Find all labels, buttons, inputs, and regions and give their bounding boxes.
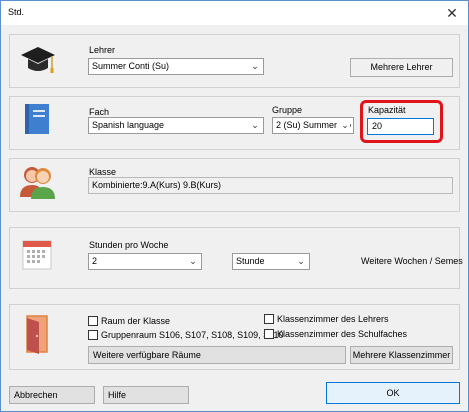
checkbox-box[interactable] bbox=[88, 330, 98, 340]
checkbox-box[interactable] bbox=[264, 329, 274, 339]
teacher-select[interactable]: Summer Conti (Su) ⌄ bbox=[88, 58, 264, 75]
klasse-field: Kombinierte:9.A(Kurs) 9.B(Kurs) bbox=[88, 177, 453, 194]
checkbox-box[interactable] bbox=[264, 314, 274, 324]
calendar-icon bbox=[22, 240, 52, 270]
mehrere-lehrer-button[interactable]: Mehrere Lehrer bbox=[350, 58, 453, 77]
window-title: Std. bbox=[8, 7, 25, 17]
stunden-label: Stunden pro Woche bbox=[89, 240, 169, 250]
gruppenraum-checkbox[interactable]: Gruppenraum S106, S107, S108, S109, S110 bbox=[88, 330, 283, 340]
gruppenraum-label: Gruppenraum S106, S107, S108, S109, S110 bbox=[101, 330, 284, 340]
chevron-down-icon: ⌄ bbox=[189, 256, 197, 266]
ok-button[interactable]: OK bbox=[326, 382, 460, 404]
hilfe-label: Hilfe bbox=[108, 389, 127, 400]
door-icon bbox=[26, 315, 48, 354]
dialog-window: Std. ✕ Lehrer Summer Conti (Su) ⌄ Mehrer… bbox=[0, 0, 469, 412]
chevron-down-icon: ⌄ bbox=[251, 61, 259, 71]
weitere-raeume-button[interactable]: Weitere verfügbare Räume bbox=[88, 346, 346, 364]
chevron-down-icon: ⌄ bbox=[297, 256, 305, 266]
checkbox-box[interactable] bbox=[88, 316, 98, 326]
teacher-label: Lehrer bbox=[89, 45, 116, 55]
hilfe-button[interactable]: Hilfe bbox=[103, 386, 189, 404]
klassenzimmer-lehrer-checkbox[interactable]: Klassenzimmer des Lehrers bbox=[264, 314, 389, 324]
abbrechen-button[interactable]: Abbrechen bbox=[9, 386, 95, 404]
unit-select[interactable]: Stunde ⌄ bbox=[232, 253, 310, 270]
weitere-raeume-label: Weitere verfügbare Räume bbox=[93, 349, 201, 360]
fach-select-value: Spanish language bbox=[92, 120, 165, 130]
fach-select[interactable]: Spanish language ⌄ bbox=[88, 117, 264, 134]
gruppe-label: Gruppe bbox=[272, 105, 303, 115]
title-bar: Std. ✕ bbox=[1, 1, 468, 25]
users-icon bbox=[20, 167, 55, 199]
close-icon[interactable]: ✕ bbox=[444, 5, 460, 21]
mehrere-klassenzimmer-button[interactable]: Mehrere Klassenzimmer bbox=[350, 346, 453, 364]
stunden-select[interactable]: 2 ⌄ bbox=[88, 253, 202, 270]
abbrechen-label: Abbrechen bbox=[14, 389, 58, 400]
raum-der-klasse-label: Raum der Klasse bbox=[101, 316, 171, 326]
teacher-select-value: Summer Conti (Su) bbox=[92, 61, 170, 71]
gruppe-select[interactable]: 2 (Su) Summer Co ⌄ bbox=[272, 117, 354, 134]
stunden-select-value: 2 bbox=[92, 256, 98, 266]
fach-label: Fach bbox=[89, 107, 110, 117]
unit-select-value: Stunde bbox=[236, 256, 265, 266]
klasse-label: Klasse bbox=[89, 167, 117, 177]
graduation-cap-icon bbox=[21, 47, 55, 73]
klassenzimmer-schulfach-checkbox[interactable]: Klassenzimmer des Schulfaches bbox=[264, 329, 407, 339]
chevron-down-icon: ⌄ bbox=[340, 118, 350, 133]
chevron-down-icon: ⌄ bbox=[251, 120, 259, 130]
weitere-wochen-link[interactable]: Weitere Wochen / Semes bbox=[361, 256, 463, 266]
klassenzimmer-lehrer-label: Klassenzimmer des Lehrers bbox=[277, 314, 389, 324]
raum-der-klasse-checkbox[interactable]: Raum der Klasse bbox=[88, 316, 170, 326]
klassenzimmer-schulfach-label: Klassenzimmer des Schulfaches bbox=[277, 329, 408, 339]
book-icon bbox=[25, 104, 49, 134]
kapazitaet-input[interactable]: 20 bbox=[367, 118, 434, 135]
kapazitaet-label: Kapazität bbox=[368, 105, 406, 115]
